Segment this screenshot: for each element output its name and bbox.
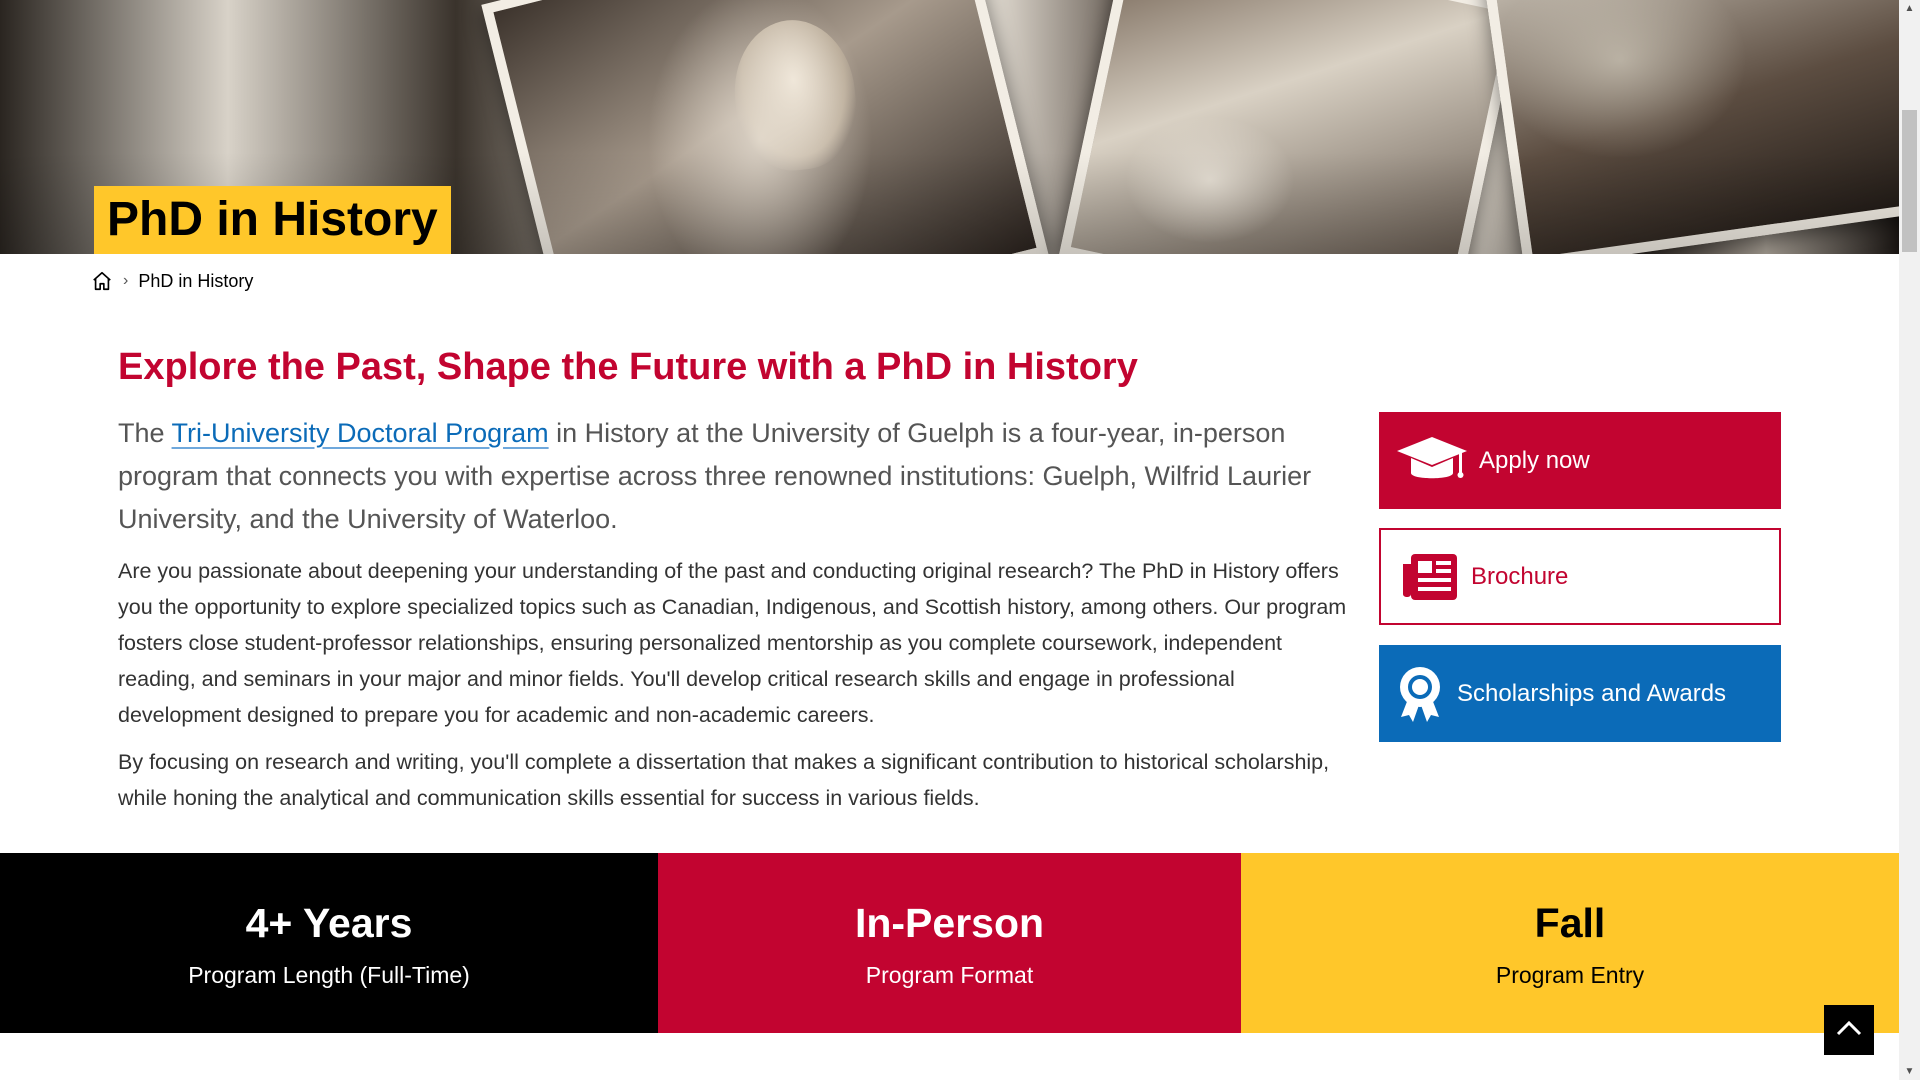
scroll-thumb[interactable]: [1902, 110, 1917, 252]
scroll-up-arrow-icon[interactable]: ▲: [1899, 0, 1920, 17]
newspaper-icon: [1399, 552, 1461, 602]
scholarships-label: Scholarships and Awards: [1457, 679, 1727, 707]
scholarships-awards-button[interactable]: Scholarships and Awards: [1379, 645, 1781, 742]
tri-university-link[interactable]: Tri-University Doctoral Program: [172, 418, 549, 448]
lead-paragraph: The Tri-University Doctoral Program in H…: [118, 412, 1358, 541]
stat-label: Program Format: [865, 961, 1034, 988]
body-paragraph-2: By focusing on research and writing, you…: [118, 750, 1330, 810]
stat-program-format: In-Person Program Format: [658, 853, 1241, 1033]
stat-value: In-Person: [854, 899, 1045, 946]
chevron-right-icon: ›: [123, 272, 129, 289]
program-stats: 4+ Years Program Length (Full-Time) In-P…: [0, 853, 1899, 1033]
brochure-button[interactable]: Brochure: [1379, 528, 1781, 625]
body-paragraph-1: Are you passionate about deepening your …: [118, 559, 1347, 727]
brochure-label: Brochure: [1471, 562, 1569, 590]
scroll-down-arrow-icon[interactable]: ▼: [1899, 1063, 1920, 1080]
breadcrumb: › PhD in History: [91, 268, 253, 294]
apply-now-button[interactable]: Apply now: [1379, 412, 1781, 509]
stat-label: Program Length (Full-Time): [188, 961, 470, 988]
stat-program-length: 4+ Years Program Length (Full-Time): [0, 853, 658, 1033]
vertical-scrollbar[interactable]: ▲ ▼: [1899, 0, 1920, 1080]
back-to-top-button[interactable]: [1824, 1005, 1874, 1055]
stat-value: Fall: [1534, 899, 1606, 946]
stat-program-entry: Fall Program Entry: [1241, 853, 1899, 1033]
breadcrumb-current: PhD in History: [138, 270, 254, 291]
apply-now-label: Apply now: [1479, 446, 1590, 474]
lead-prefix: The: [118, 418, 172, 448]
hero-banner: PhD in History: [0, 0, 1899, 254]
stat-label: Program Entry: [1495, 961, 1645, 988]
section-heading: Explore the Past, Shape the Future with …: [118, 346, 1138, 388]
page-title: PhD in History: [94, 186, 451, 254]
graduation-cap-icon: [1393, 435, 1471, 487]
chevron-up-icon: [1836, 1020, 1862, 1041]
stat-value: 4+ Years: [245, 899, 413, 946]
award-ribbon-icon: [1395, 665, 1445, 723]
home-icon[interactable]: [91, 270, 113, 292]
